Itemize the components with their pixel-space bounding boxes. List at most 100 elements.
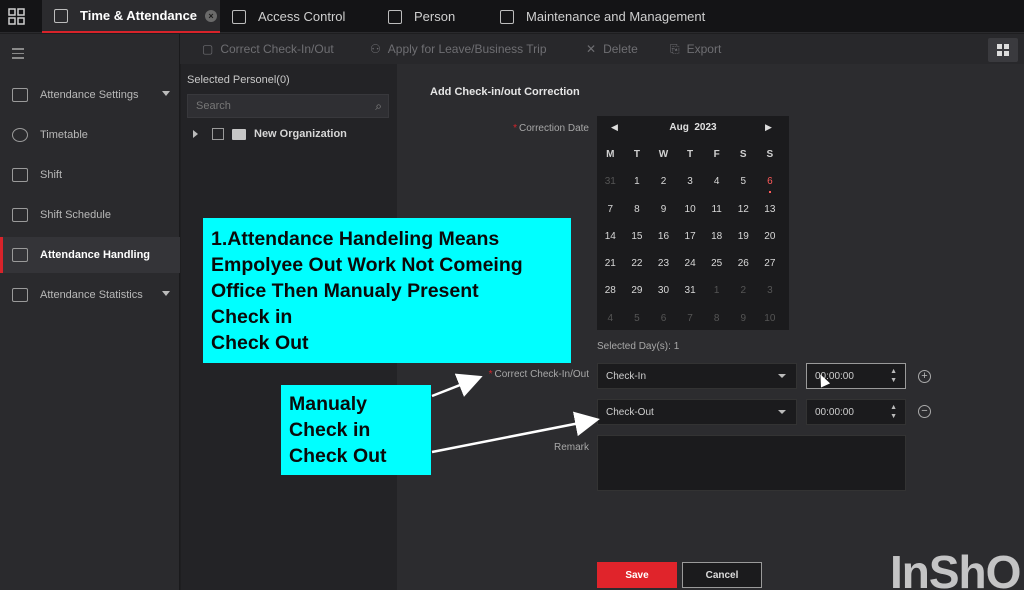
page-title: Add Check-in/out Correction	[430, 86, 580, 98]
spinner-icon[interactable]: ▲ ▼	[890, 367, 897, 385]
calendar-day[interactable]: 22	[624, 255, 651, 282]
sidebar-item-timetable[interactable]: Timetable	[0, 117, 180, 153]
calendar-day[interactable]: 19	[730, 228, 757, 255]
add-row-button[interactable]: +	[918, 370, 931, 383]
calendar-day[interactable]: 8	[624, 201, 651, 228]
calendar-day[interactable]: 10	[677, 201, 704, 228]
apply-leave-button[interactable]: ⚇ Apply for Leave/Business Trip	[370, 34, 547, 64]
checkin-type-select[interactable]: Check-In	[597, 363, 797, 389]
calendar-day[interactable]: 9	[650, 201, 677, 228]
calendar-day[interactable]: 25	[703, 255, 730, 282]
calendar-day[interactable]: 21	[597, 255, 624, 282]
correct-checkinout-button[interactable]: ▢ Correct Check-In/Out	[202, 34, 334, 64]
expand-icon[interactable]	[193, 130, 198, 138]
calendar-day[interactable]: 8	[703, 310, 730, 337]
calendar-day[interactable]: 7	[597, 201, 624, 228]
calendar-weekday-label: T	[687, 149, 694, 160]
delete-button[interactable]: ✕ Delete	[586, 34, 638, 64]
sidebar-item-label: Attendance Statistics	[40, 289, 143, 301]
view-toggle-button[interactable]	[988, 38, 1018, 62]
toolbar: ▢ Correct Check-In/Out ⚇ Apply for Leave…	[180, 34, 1024, 64]
calendar-day[interactable]: 3	[677, 173, 704, 200]
spinner-icon[interactable]: ▲ ▼	[890, 403, 897, 421]
correct-checkinout-label: * Correct Check-In/Out	[488, 369, 589, 380]
export-icon: ⎘	[670, 41, 680, 56]
remark-textarea[interactable]	[597, 435, 906, 491]
calendar-day[interactable]: 4	[703, 173, 730, 200]
calendar-day[interactable]: 2	[650, 173, 677, 200]
sidebar-item-attendance-settings[interactable]: Attendance Settings	[0, 77, 180, 113]
person-plus-icon: ⚇	[370, 42, 381, 56]
calendar-day[interactable]: 2	[730, 282, 757, 309]
person-icon	[388, 9, 402, 24]
org-checkbox[interactable]	[212, 128, 224, 140]
calendar-day[interactable]: 5	[730, 173, 757, 200]
calendar-day[interactable]: 17	[677, 228, 704, 255]
calendar-day[interactable]: 29	[624, 282, 651, 309]
sidebar-item-label: Attendance Handling	[40, 249, 151, 261]
sidebar-item-attendance-statistics[interactable]: Attendance Statistics	[0, 277, 180, 313]
calendar-day[interactable]: 30	[650, 282, 677, 309]
calendar-day[interactable]: 6	[650, 310, 677, 337]
calendar-day[interactable]: 31	[597, 173, 624, 200]
calendar-day[interactable]: 31	[677, 282, 704, 309]
calendar-day[interactable]: 10	[757, 310, 784, 337]
calendar-weekday-label: M	[606, 149, 615, 160]
calendar-day[interactable]: 16	[650, 228, 677, 255]
calendar-day[interactable]: 4	[597, 310, 624, 337]
calendar-day[interactable]: 12	[730, 201, 757, 228]
apps-grid-icon[interactable]	[8, 8, 26, 26]
sidebar-item-shift[interactable]: Shift	[0, 157, 180, 193]
calendar-icon	[12, 88, 28, 102]
calendar-day[interactable]: 3	[757, 282, 784, 309]
save-button[interactable]: Save	[597, 562, 677, 588]
calendar-day[interactable]: 14	[597, 228, 624, 255]
callout-line: Office Then Manualy Present	[211, 280, 479, 302]
calendar-day[interactable]: 27	[757, 255, 784, 282]
calendar-day[interactable]: 24	[677, 255, 704, 282]
calendar-day[interactable]: 13	[757, 201, 784, 228]
toolbar-label: Export	[686, 42, 722, 56]
calendar-day[interactable]: 15	[624, 228, 651, 255]
tab-access-control[interactable]: Access Control	[232, 0, 345, 33]
next-month-icon[interactable]: ▶	[765, 122, 772, 133]
calendar-day[interactable]: 1	[624, 173, 651, 200]
cancel-button[interactable]: Cancel	[682, 562, 762, 588]
select-value: Check-Out	[606, 406, 654, 418]
calendar-day[interactable]: 9	[730, 310, 757, 337]
sidebar-item-attendance-handling[interactable]: Attendance Handling	[0, 237, 180, 273]
calendar-day[interactable]: 28	[597, 282, 624, 309]
date-picker-calendar[interactable]: ◀ Aug 2023 ▶ M T W T F S S 31 1 2 3 4 5 6 7 8 9 10 11 12 13 1…	[597, 116, 789, 330]
calendar-weekday-label: F	[713, 149, 720, 160]
calendar-day[interactable]: 26	[730, 255, 757, 282]
callout-line: 1.Attendance Handeling Means	[211, 228, 500, 250]
calendar-day[interactable]: 23	[650, 255, 677, 282]
menu-icon[interactable]	[12, 48, 24, 62]
search-icon[interactable]: ⌕	[375, 99, 382, 114]
shift-icon	[12, 168, 28, 182]
sidebar-item-label: Attendance Settings	[40, 89, 139, 101]
sidebar-item-shift-schedule[interactable]: Shift Schedule	[0, 197, 180, 233]
calendar-day[interactable]: 7	[677, 310, 704, 337]
close-tab-icon[interactable]: ×	[205, 9, 218, 22]
export-button[interactable]: ⎘ Export	[670, 34, 721, 64]
calendar-day[interactable]: 5	[624, 310, 651, 337]
top-tab-bar: Time & Attendance × Access Control Perso…	[0, 0, 1024, 33]
calendar-day[interactable]: 6	[757, 170, 784, 200]
checkout-type-select[interactable]: Check-Out	[597, 399, 797, 425]
checkout-time-input[interactable]: 00:00:00 ▲ ▼	[806, 399, 906, 425]
calendar-weekday-label: T	[633, 149, 640, 160]
org-tree-node[interactable]: New Organization	[193, 128, 347, 140]
search-input[interactable]: Search ⌕	[187, 94, 389, 118]
remove-row-button[interactable]: −	[918, 405, 931, 418]
maintenance-icon	[500, 9, 514, 24]
calendar-day[interactable]: 18	[703, 228, 730, 255]
tab-time-attendance[interactable]: Time & Attendance ×	[42, 0, 220, 33]
tab-label: Maintenance and Management	[526, 9, 706, 24]
toolbar-label: Apply for Leave/Business Trip	[387, 42, 547, 56]
calendar-day[interactable]: 1	[703, 282, 730, 309]
calendar-day[interactable]: 11	[703, 201, 730, 228]
calendar-day[interactable]: 20	[757, 228, 784, 255]
tab-person[interactable]: Person	[388, 0, 455, 33]
tab-maintenance[interactable]: Maintenance and Management	[500, 0, 705, 33]
